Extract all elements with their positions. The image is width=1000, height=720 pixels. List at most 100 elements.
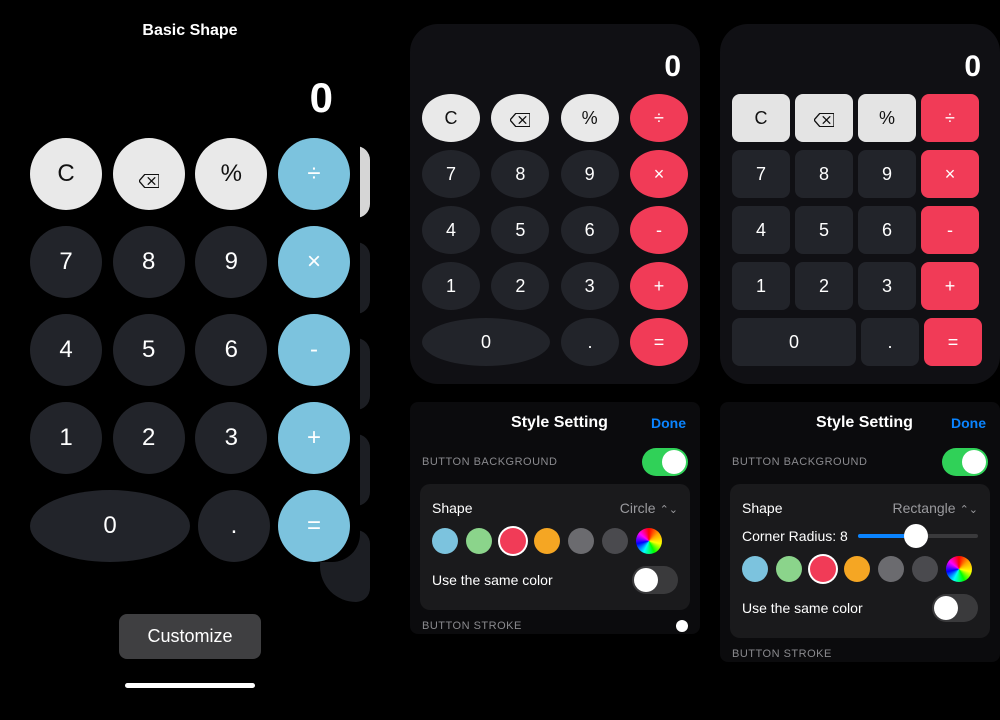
key-9[interactable]: 9	[561, 150, 619, 198]
key-6[interactable]: 6	[858, 206, 916, 254]
key--[interactable]: -	[278, 314, 350, 386]
color-swatch[interactable]	[500, 528, 526, 554]
key-÷[interactable]: ÷	[278, 138, 350, 210]
key-3[interactable]: 3	[561, 262, 619, 310]
key-3[interactable]: 3	[195, 402, 267, 474]
corner-radius-slider[interactable]: Corner Radius: 8	[742, 522, 978, 550]
chevron-updown-icon: ⌃⌄	[660, 504, 678, 516]
bg-toggle[interactable]	[942, 448, 988, 476]
color-swatch[interactable]	[742, 556, 768, 582]
key-÷[interactable]: ÷	[921, 94, 979, 142]
same-color-label: Use the same color	[742, 600, 863, 616]
done-button[interactable]: Done	[651, 415, 686, 431]
key-7[interactable]: 7	[422, 150, 480, 198]
color-swatch[interactable]	[602, 528, 628, 554]
key-4[interactable]: 4	[732, 206, 790, 254]
color-swatch[interactable]	[844, 556, 870, 582]
key-=[interactable]: =	[924, 318, 982, 366]
key-C[interactable]: C	[30, 138, 102, 210]
shape-row[interactable]: Shape Rectangle⌃⌄	[742, 494, 978, 522]
color-swatch[interactable]	[568, 528, 594, 554]
key-7[interactable]: 7	[30, 226, 102, 298]
key-%[interactable]: %	[561, 94, 619, 142]
radius-label: Corner Radius: 8	[742, 528, 848, 544]
key-+[interactable]: +	[278, 402, 350, 474]
color-swatch[interactable]	[810, 556, 836, 582]
backspace-icon	[510, 111, 530, 125]
key-8[interactable]: 8	[795, 150, 853, 198]
color-swatch[interactable]	[878, 556, 904, 582]
panel-title: Style Setting	[468, 414, 651, 432]
backspace-icon	[139, 167, 159, 181]
key-backspace[interactable]	[795, 94, 853, 142]
key-5[interactable]: 5	[491, 206, 549, 254]
key-÷[interactable]: ÷	[630, 94, 688, 142]
key-2[interactable]: 2	[491, 262, 549, 310]
key-3[interactable]: 3	[858, 262, 916, 310]
key-6[interactable]: 6	[195, 314, 267, 386]
key-%[interactable]: %	[195, 138, 267, 210]
key-×[interactable]: ×	[921, 150, 979, 198]
key-C[interactable]: C	[422, 94, 480, 142]
bg-toggle[interactable]	[642, 448, 688, 476]
key-2[interactable]: 2	[795, 262, 853, 310]
calc2-display: 0	[410, 24, 700, 94]
calculator-preview-2: 0 C%÷ 789× 456- 123+0.=	[410, 24, 700, 384]
key-+[interactable]: +	[921, 262, 979, 310]
color-swatch[interactable]	[534, 528, 560, 554]
key-1[interactable]: 1	[30, 402, 102, 474]
backspace-icon	[814, 111, 834, 125]
key-=[interactable]: =	[278, 490, 350, 562]
key-+[interactable]: +	[630, 262, 688, 310]
section-label-stroke: BUTTON STROKE	[732, 648, 832, 660]
panel-title: Style Setting	[778, 414, 951, 432]
color-swatch[interactable]	[912, 556, 938, 582]
key-=[interactable]: =	[630, 318, 688, 366]
key-9[interactable]: 9	[858, 150, 916, 198]
color-swatch[interactable]	[432, 528, 458, 554]
key-.[interactable]: .	[198, 490, 270, 562]
same-color-toggle[interactable]	[932, 594, 978, 622]
key-1[interactable]: 1	[422, 262, 480, 310]
key-0[interactable]: 0	[30, 490, 190, 562]
key-4[interactable]: 4	[422, 206, 480, 254]
key-0[interactable]: 0	[422, 318, 550, 366]
key-×[interactable]: ×	[630, 150, 688, 198]
key-%[interactable]: %	[858, 94, 916, 142]
stroke-indicator	[676, 620, 688, 632]
key-0[interactable]: 0	[732, 318, 856, 366]
key--[interactable]: -	[630, 206, 688, 254]
key-8[interactable]: 8	[491, 150, 549, 198]
key-2[interactable]: 2	[113, 402, 185, 474]
key-7[interactable]: 7	[732, 150, 790, 198]
key-8[interactable]: 8	[113, 226, 185, 298]
key-5[interactable]: 5	[795, 206, 853, 254]
same-color-toggle[interactable]	[632, 566, 678, 594]
key-backspace[interactable]	[113, 138, 185, 210]
calculator-preview-3: 0 C%÷ 789× 456- 123+0.=	[720, 24, 1000, 384]
calc1-display: 0	[20, 46, 360, 138]
key-.[interactable]: .	[861, 318, 919, 366]
key-1[interactable]: 1	[732, 262, 790, 310]
key-backspace[interactable]	[491, 94, 549, 142]
key-9[interactable]: 9	[195, 226, 267, 298]
shape-row[interactable]: Shape Circle⌃⌄	[432, 494, 678, 522]
key--[interactable]: -	[921, 206, 979, 254]
key-4[interactable]: 4	[30, 314, 102, 386]
calc3-display: 0	[720, 24, 1000, 94]
key-5[interactable]: 5	[113, 314, 185, 386]
done-button[interactable]: Done	[951, 415, 986, 431]
style-panel-2: Style Setting Done BUTTON BACKGROUND Sha…	[410, 402, 700, 634]
color-swatch[interactable]	[466, 528, 492, 554]
color-swatch[interactable]	[946, 556, 972, 582]
key-C[interactable]: C	[732, 94, 790, 142]
home-indicator	[125, 683, 255, 688]
customize-button[interactable]: Customize	[119, 614, 260, 659]
key-×[interactable]: ×	[278, 226, 350, 298]
key-6[interactable]: 6	[561, 206, 619, 254]
key-.[interactable]: .	[561, 318, 619, 366]
preset-title: Basic Shape	[20, 0, 360, 46]
color-swatch[interactable]	[636, 528, 662, 554]
section-label-stroke: BUTTON STROKE	[422, 620, 522, 632]
color-swatch[interactable]	[776, 556, 802, 582]
